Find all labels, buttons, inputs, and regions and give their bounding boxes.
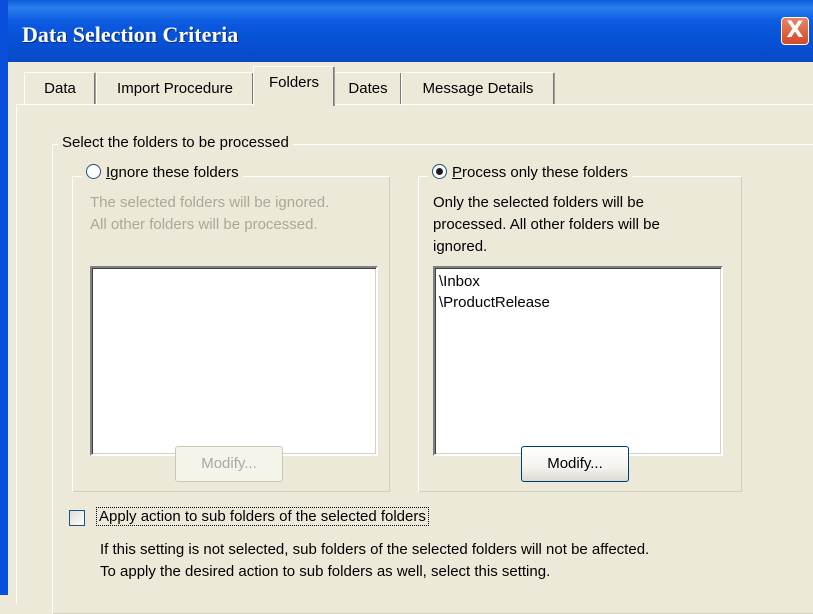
process-radio-accel: P [452,164,463,181]
dialog-title: Data Selection Criteria [22,22,239,47]
tab-label: Message Details [422,80,534,97]
close-icon: X [786,18,804,43]
ignore-radio[interactable] [86,164,101,179]
tab-label: Import Procedure [117,80,233,97]
process-radio-label: rocess only these folders [462,164,628,181]
ignore-radio-option[interactable]: Ignore these folders [82,164,243,181]
tab-label: Folders [268,74,320,91]
tab-data[interactable]: Data [24,72,96,104]
title-bar[interactable]: Data Selection Criteria X [8,0,813,62]
process-radio-option[interactable]: Process only these folders [428,164,632,181]
process-radio[interactable] [432,164,447,179]
tab-message-details[interactable]: Message Details [401,72,555,104]
tab-label: Dates [348,80,388,97]
tab-import-procedure[interactable]: Import Procedure [96,72,254,104]
tab-folders[interactable]: Folders [253,66,335,106]
close-button[interactable]: X [781,17,809,45]
ignore-radio-label: gnore these folders [110,164,239,181]
window-border-left [0,0,8,595]
folders-group-title: Select the folders to be processed [58,134,293,151]
tab-dates[interactable]: Dates [334,72,402,104]
tab-label: Data [44,80,76,97]
